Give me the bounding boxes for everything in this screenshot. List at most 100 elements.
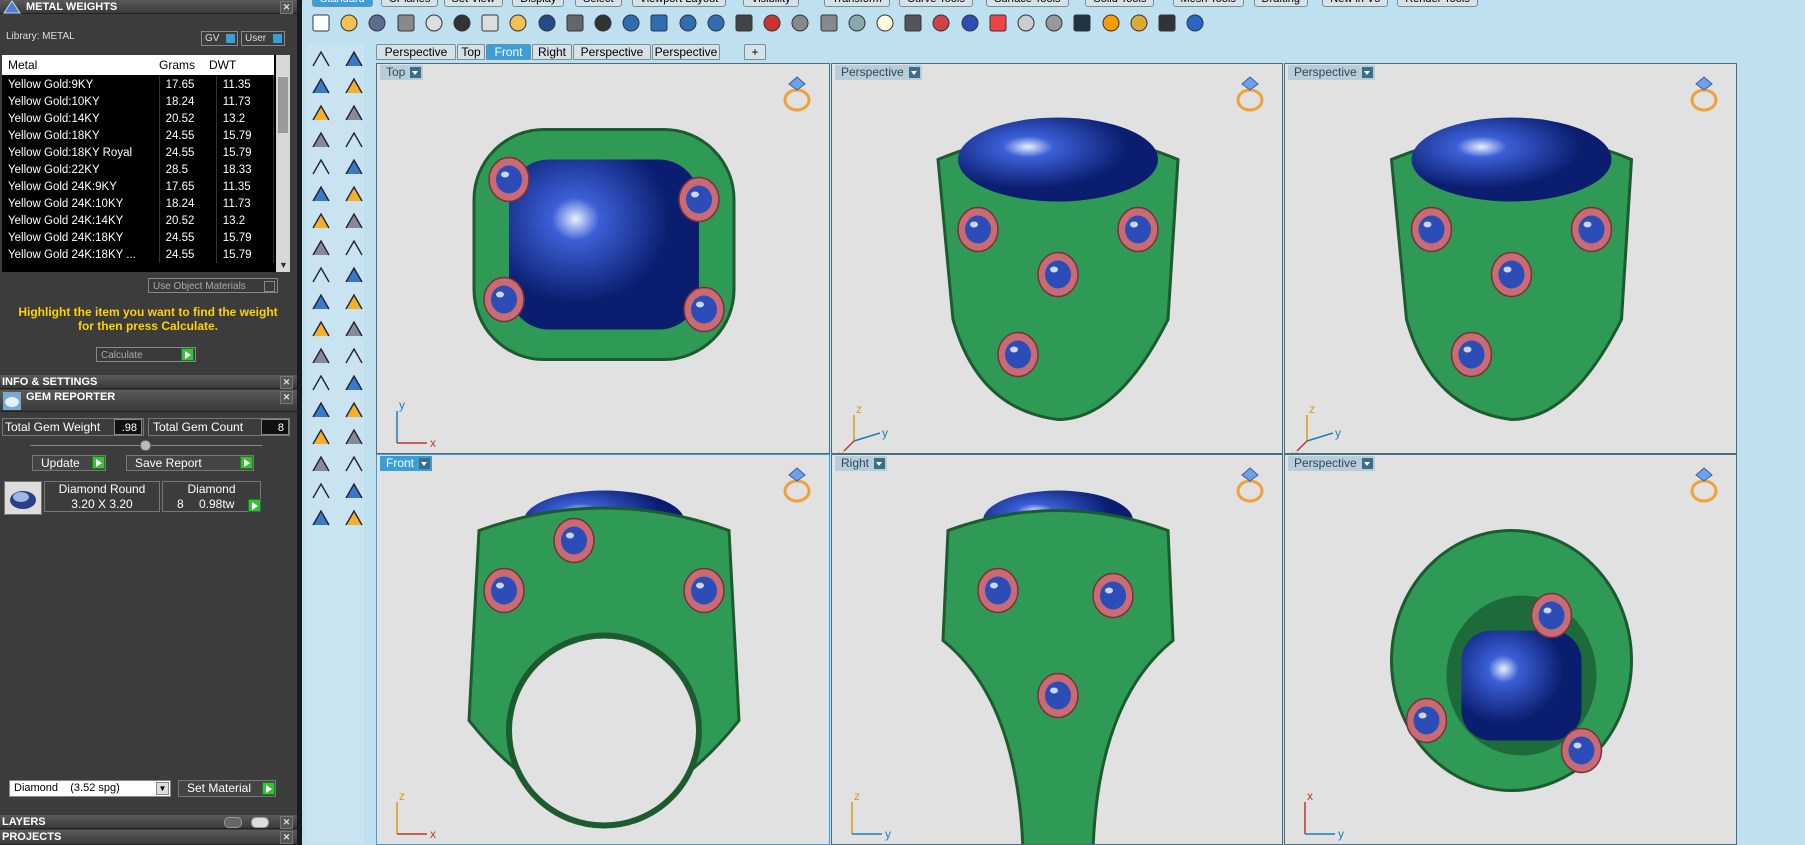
table-row[interactable]: Yellow Gold 24K:18KY 24.55 15.79 <box>2 229 275 246</box>
draw-tool-icon[interactable] <box>343 48 365 70</box>
draw-tool-icon[interactable] <box>310 345 332 367</box>
chevron-down-icon[interactable] <box>410 67 422 78</box>
close-icon[interactable]: ✕ <box>280 831 293 844</box>
draw-tool-icon[interactable] <box>343 426 365 448</box>
toolbar-tab[interactable]: New in V5 <box>1322 0 1389 7</box>
ring-orientation-icon[interactable] <box>1686 465 1722 508</box>
close-icon[interactable]: ✕ <box>280 816 293 829</box>
close-icon[interactable]: ✕ <box>280 391 293 404</box>
layers-title-bar[interactable]: LAYERS ✕ <box>0 815 297 829</box>
viewport-tab[interactable]: Front <box>486 44 531 60</box>
draw-tool-icon[interactable] <box>310 453 332 475</box>
play-icon[interactable] <box>248 499 261 512</box>
ring-model[interactable] <box>832 455 1283 845</box>
zoom-extents-icon[interactable] <box>648 12 670 34</box>
ring-orientation-icon[interactable] <box>1686 74 1722 117</box>
close-icon[interactable]: ✕ <box>280 376 293 389</box>
viewport-tab[interactable]: Perspective <box>652 44 720 60</box>
viewport-front[interactable]: Front z x <box>376 454 830 845</box>
table-row[interactable]: Yellow Gold:9KY 17.65 11.35 <box>2 76 275 93</box>
help-icon[interactable] <box>1184 12 1206 34</box>
toolbar-tab[interactable]: Render Tools <box>1397 0 1478 7</box>
draw-tool-icon[interactable] <box>310 156 332 178</box>
cut-icon[interactable] <box>451 12 473 34</box>
draw-tool-icon[interactable] <box>310 291 332 313</box>
viewport-title[interactable]: Perspective <box>835 65 922 80</box>
ring-orientation-icon[interactable] <box>779 465 815 508</box>
draw-tool-icon[interactable] <box>310 426 332 448</box>
draw-tool-icon[interactable] <box>343 291 365 313</box>
zoom-window-icon[interactable] <box>620 12 642 34</box>
draw-tool-icon[interactable] <box>343 345 365 367</box>
viewport-perspective[interactable]: Perspective z y x <box>831 63 1283 454</box>
rotate-view-icon[interactable] <box>705 12 727 34</box>
car-icon[interactable] <box>761 12 783 34</box>
pan-icon[interactable] <box>564 12 586 34</box>
calculate-button[interactable]: Calculate <box>96 347 196 362</box>
viewport-title[interactable]: Perspective <box>1288 456 1375 471</box>
select-icon[interactable] <box>846 12 868 34</box>
undo-icon[interactable] <box>536 12 558 34</box>
viewport-tab[interactable]: Perspective <box>573 44 651 60</box>
material-icon[interactable] <box>959 12 981 34</box>
draw-tool-icon[interactable] <box>310 102 332 124</box>
viewport-top[interactable]: Top y x <box>376 63 830 454</box>
gem-detail-cell[interactable]: Diamond 8 0.98tw <box>162 481 261 512</box>
layer-icon[interactable] <box>930 12 952 34</box>
ring-model[interactable] <box>1285 64 1737 454</box>
light-icon[interactable] <box>874 12 896 34</box>
viewport-tab[interactable]: Right <box>532 44 572 60</box>
viewport-title[interactable]: Perspective <box>1288 65 1375 80</box>
toggle-icon[interactable] <box>224 817 242 828</box>
four-viewports-icon[interactable] <box>733 12 755 34</box>
draw-tool-icon[interactable] <box>343 480 365 502</box>
close-icon[interactable]: ✕ <box>280 1 293 14</box>
draw-tool-icon[interactable] <box>310 399 332 421</box>
draw-tool-icon[interactable] <box>343 210 365 232</box>
chevron-down-icon[interactable]: ▼ <box>279 260 288 270</box>
gear-icon[interactable] <box>1128 12 1150 34</box>
gv-toggle[interactable]: GV <box>201 31 238 46</box>
save-icon[interactable] <box>366 12 388 34</box>
table-row[interactable]: Yellow Gold:18KY 24.55 15.79 <box>2 127 275 144</box>
sphere-gray-icon[interactable] <box>1015 12 1037 34</box>
viewport-tab[interactable]: Top <box>457 44 485 60</box>
chevron-down-icon[interactable] <box>908 67 920 78</box>
table-row[interactable]: Yellow Gold:18KY Royal 24.55 15.79 <box>2 144 275 161</box>
draw-tool-icon[interactable] <box>343 507 365 529</box>
chevron-down-icon[interactable] <box>419 458 431 469</box>
ring-orientation-icon[interactable] <box>1232 74 1268 117</box>
ring-model[interactable] <box>832 64 1283 454</box>
draw-tool-icon[interactable] <box>343 453 365 475</box>
viewport-tab[interactable]: Perspective <box>376 44 456 60</box>
save-report-button[interactable]: Save Report <box>126 455 254 471</box>
draw-tool-icon[interactable] <box>343 399 365 421</box>
table-row[interactable]: Yellow Gold 24K:14KY 20.52 13.2 <box>2 212 275 229</box>
ring-orientation-icon[interactable] <box>1232 465 1268 508</box>
print-icon[interactable] <box>395 12 417 34</box>
align-icon[interactable] <box>1156 12 1178 34</box>
draw-tool-icon[interactable] <box>343 237 365 259</box>
draw-tool-icon[interactable] <box>343 264 365 286</box>
draw-tool-icon[interactable] <box>310 183 332 205</box>
lock-icon[interactable] <box>902 12 924 34</box>
viewport-title[interactable]: Right <box>835 456 888 471</box>
draw-tool-icon[interactable] <box>343 318 365 340</box>
scrollbar-thumb[interactable] <box>278 77 288 133</box>
user-toggle[interactable]: User <box>241 31 285 46</box>
draw-tool-icon[interactable] <box>310 237 332 259</box>
color-wheel-icon[interactable] <box>987 12 1009 34</box>
set-material-button[interactable]: Set Material <box>178 780 276 797</box>
zoom-selected-icon[interactable] <box>677 12 699 34</box>
pencil-icon[interactable] <box>1100 12 1122 34</box>
draw-tool-icon[interactable] <box>310 210 332 232</box>
copy-icon[interactable] <box>479 12 501 34</box>
draw-tool-icon[interactable] <box>343 75 365 97</box>
metal-table-scrollbar[interactable]: ▼ <box>276 55 290 272</box>
draw-tool-icon[interactable] <box>310 264 332 286</box>
draw-tool-icon[interactable] <box>343 102 365 124</box>
draw-tool-icon[interactable] <box>343 372 365 394</box>
use-object-materials-toggle[interactable]: Use Object Materials <box>148 278 278 293</box>
draw-tool-icon[interactable] <box>343 156 365 178</box>
shade-icon[interactable] <box>1043 12 1065 34</box>
